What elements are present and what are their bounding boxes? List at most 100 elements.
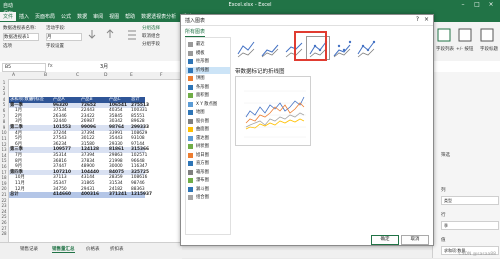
subtype-title: 带数据标记的折线图 bbox=[235, 69, 285, 75]
ribbon-tab[interactable]: 数据 bbox=[74, 12, 90, 21]
ribbon-tab[interactable]: 帮助 bbox=[122, 12, 138, 21]
ungroup-button[interactable]: 取消组合 bbox=[142, 33, 160, 39]
pivot-row[interactable]: 总计 414660 400316 371241 1215937 bbox=[9, 192, 152, 198]
columns-area-field[interactable]: 类型 bbox=[441, 196, 499, 205]
row-header[interactable]: 22 bbox=[0, 198, 8, 203]
drill-arrows-icon[interactable] bbox=[88, 28, 148, 42]
chart-category[interactable]: 条形图 bbox=[186, 84, 230, 91]
row-header[interactable]: 2 bbox=[0, 86, 8, 91]
cancel-button[interactable]: 取消 bbox=[401, 235, 429, 245]
row-header[interactable]: 17 bbox=[0, 170, 8, 175]
chart-category[interactable]: 树状图 bbox=[186, 143, 230, 150]
row-header[interactable]: 19 bbox=[0, 181, 8, 186]
pivot-name-input[interactable]: 数据透视表1 bbox=[3, 33, 39, 41]
group-select-button[interactable]: 分组选择 bbox=[142, 25, 160, 31]
tab-all-charts[interactable]: 所有图表 bbox=[185, 28, 206, 37]
close-window-icon[interactable]: × bbox=[484, 1, 498, 8]
chart-category[interactable]: 组合图 bbox=[186, 194, 230, 201]
line-icon[interactable] bbox=[235, 37, 257, 59]
row-header[interactable]: 9 bbox=[0, 125, 8, 130]
row-header[interactable]: 5 bbox=[0, 102, 8, 107]
fx-icon[interactable]: fx bbox=[48, 63, 53, 69]
sheet-tab[interactable]: 价格表 bbox=[86, 246, 100, 252]
ribbon-tab[interactable]: 文件 bbox=[0, 12, 17, 21]
chart-category[interactable]: X Y 散点图 bbox=[186, 101, 230, 108]
field-headers-button[interactable]: 字段标题 bbox=[480, 46, 498, 52]
active-field-input[interactable]: 月 bbox=[46, 33, 82, 41]
row-header[interactable]: 1 bbox=[0, 80, 8, 85]
rows-area-field[interactable]: 季 bbox=[441, 221, 499, 230]
stacked-line-markers-icon[interactable] bbox=[331, 37, 353, 59]
buttons-toggle[interactable]: +/- 按钮 bbox=[456, 46, 473, 52]
row-header[interactable]: 23 bbox=[0, 203, 8, 208]
row-header[interactable]: 15 bbox=[0, 158, 8, 163]
row-header[interactable]: 11 bbox=[0, 136, 8, 141]
column-header[interactable]: E bbox=[130, 73, 133, 78]
row-header[interactable]: 20 bbox=[0, 186, 8, 191]
ribbon-tab[interactable]: 公式 bbox=[58, 12, 74, 21]
row-header[interactable]: 8 bbox=[0, 119, 8, 124]
ribbon-tab[interactable]: 数据透视表分析 bbox=[138, 12, 179, 21]
chart-category[interactable]: 地图 bbox=[186, 109, 230, 116]
chart-category[interactable]: 饼图 bbox=[186, 75, 230, 82]
row-header[interactable]: 27 bbox=[0, 226, 8, 231]
column-header[interactable]: C bbox=[76, 73, 79, 78]
row-header[interactable]: 7 bbox=[0, 114, 8, 119]
row-header[interactable]: 16 bbox=[0, 164, 8, 169]
row-header[interactable]: 18 bbox=[0, 175, 8, 180]
chart-category[interactable]: 旭日图 bbox=[186, 152, 230, 159]
group-field-button[interactable]: 分组字段 bbox=[142, 41, 160, 47]
name-box[interactable]: B5 bbox=[2, 63, 46, 72]
row-header[interactable]: 14 bbox=[0, 153, 8, 158]
row-header[interactable]: 4 bbox=[0, 97, 8, 102]
field-settings-button[interactable]: 字段设置 bbox=[46, 43, 64, 49]
chart-category[interactable]: 柱形图 bbox=[186, 58, 230, 65]
chart-category[interactable]: 折线图 bbox=[186, 66, 230, 74]
row-header[interactable]: 10 bbox=[0, 130, 8, 135]
column-header[interactable]: F bbox=[160, 73, 163, 78]
row-header[interactable]: 21 bbox=[0, 192, 8, 197]
column-header[interactable]: D bbox=[104, 73, 107, 78]
column-header[interactable]: B bbox=[44, 73, 47, 78]
stacked-line-icon[interactable] bbox=[259, 37, 281, 59]
formula-input[interactable]: 3月 bbox=[100, 63, 108, 70]
close-icon[interactable]: × bbox=[424, 16, 429, 23]
row-header[interactable]: 3 bbox=[0, 91, 8, 96]
maximize-icon[interactable]: □ bbox=[470, 1, 484, 8]
row-header[interactable]: 26 bbox=[0, 220, 8, 225]
chart-category[interactable]: 箱形图 bbox=[186, 169, 230, 176]
chart-category[interactable]: 模板 bbox=[186, 50, 230, 57]
row-header[interactable]: 24 bbox=[0, 209, 8, 214]
chart-category[interactable]: 最近 bbox=[186, 41, 230, 48]
ribbon-tab[interactable]: 页面布局 bbox=[32, 12, 58, 21]
surface-chart-icon bbox=[188, 127, 193, 132]
chart-preview[interactable] bbox=[235, 76, 311, 146]
help-icon[interactable]: ? bbox=[416, 16, 419, 23]
field-list-button[interactable]: 字段列表 bbox=[436, 46, 454, 52]
column-header[interactable]: A bbox=[12, 73, 15, 78]
row-header[interactable]: 12 bbox=[0, 142, 8, 147]
chart-category[interactable]: 面积图 bbox=[186, 92, 230, 99]
ok-button[interactable]: 确定 bbox=[371, 235, 399, 245]
chart-category[interactable]: 股价图 bbox=[186, 118, 230, 125]
chart-category[interactable]: 瀑布图 bbox=[186, 177, 230, 184]
minimize-icon[interactable]: – bbox=[456, 1, 470, 8]
sheet-tab[interactable]: 销售量汇总 bbox=[52, 246, 75, 253]
chart-category[interactable]: 直方图 bbox=[186, 160, 230, 167]
chart-category-label: 最近 bbox=[196, 42, 205, 47]
chart-category-label: 漏斗图 bbox=[196, 186, 209, 192]
options-button[interactable]: 选项 bbox=[3, 43, 12, 49]
row-header[interactable]: 13 bbox=[0, 147, 8, 152]
chart-category[interactable]: 漏斗图 bbox=[186, 186, 230, 193]
chart-category[interactable]: 雷达图 bbox=[186, 135, 230, 142]
sheet-tab[interactable]: 销售记录 bbox=[20, 246, 38, 252]
3d-line-icon[interactable] bbox=[355, 37, 377, 59]
ribbon-tab[interactable]: 审阅 bbox=[90, 12, 106, 21]
row-header[interactable]: 25 bbox=[0, 214, 8, 219]
row-header[interactable]: 28 bbox=[0, 231, 8, 236]
row-header[interactable]: 6 bbox=[0, 108, 8, 113]
chart-category[interactable]: 曲面图 bbox=[186, 126, 230, 133]
sheet-tab[interactable]: 折扣表 bbox=[110, 246, 124, 252]
ribbon-tab[interactable]: 视图 bbox=[106, 12, 122, 21]
ribbon-tab[interactable]: 插入 bbox=[16, 12, 32, 21]
